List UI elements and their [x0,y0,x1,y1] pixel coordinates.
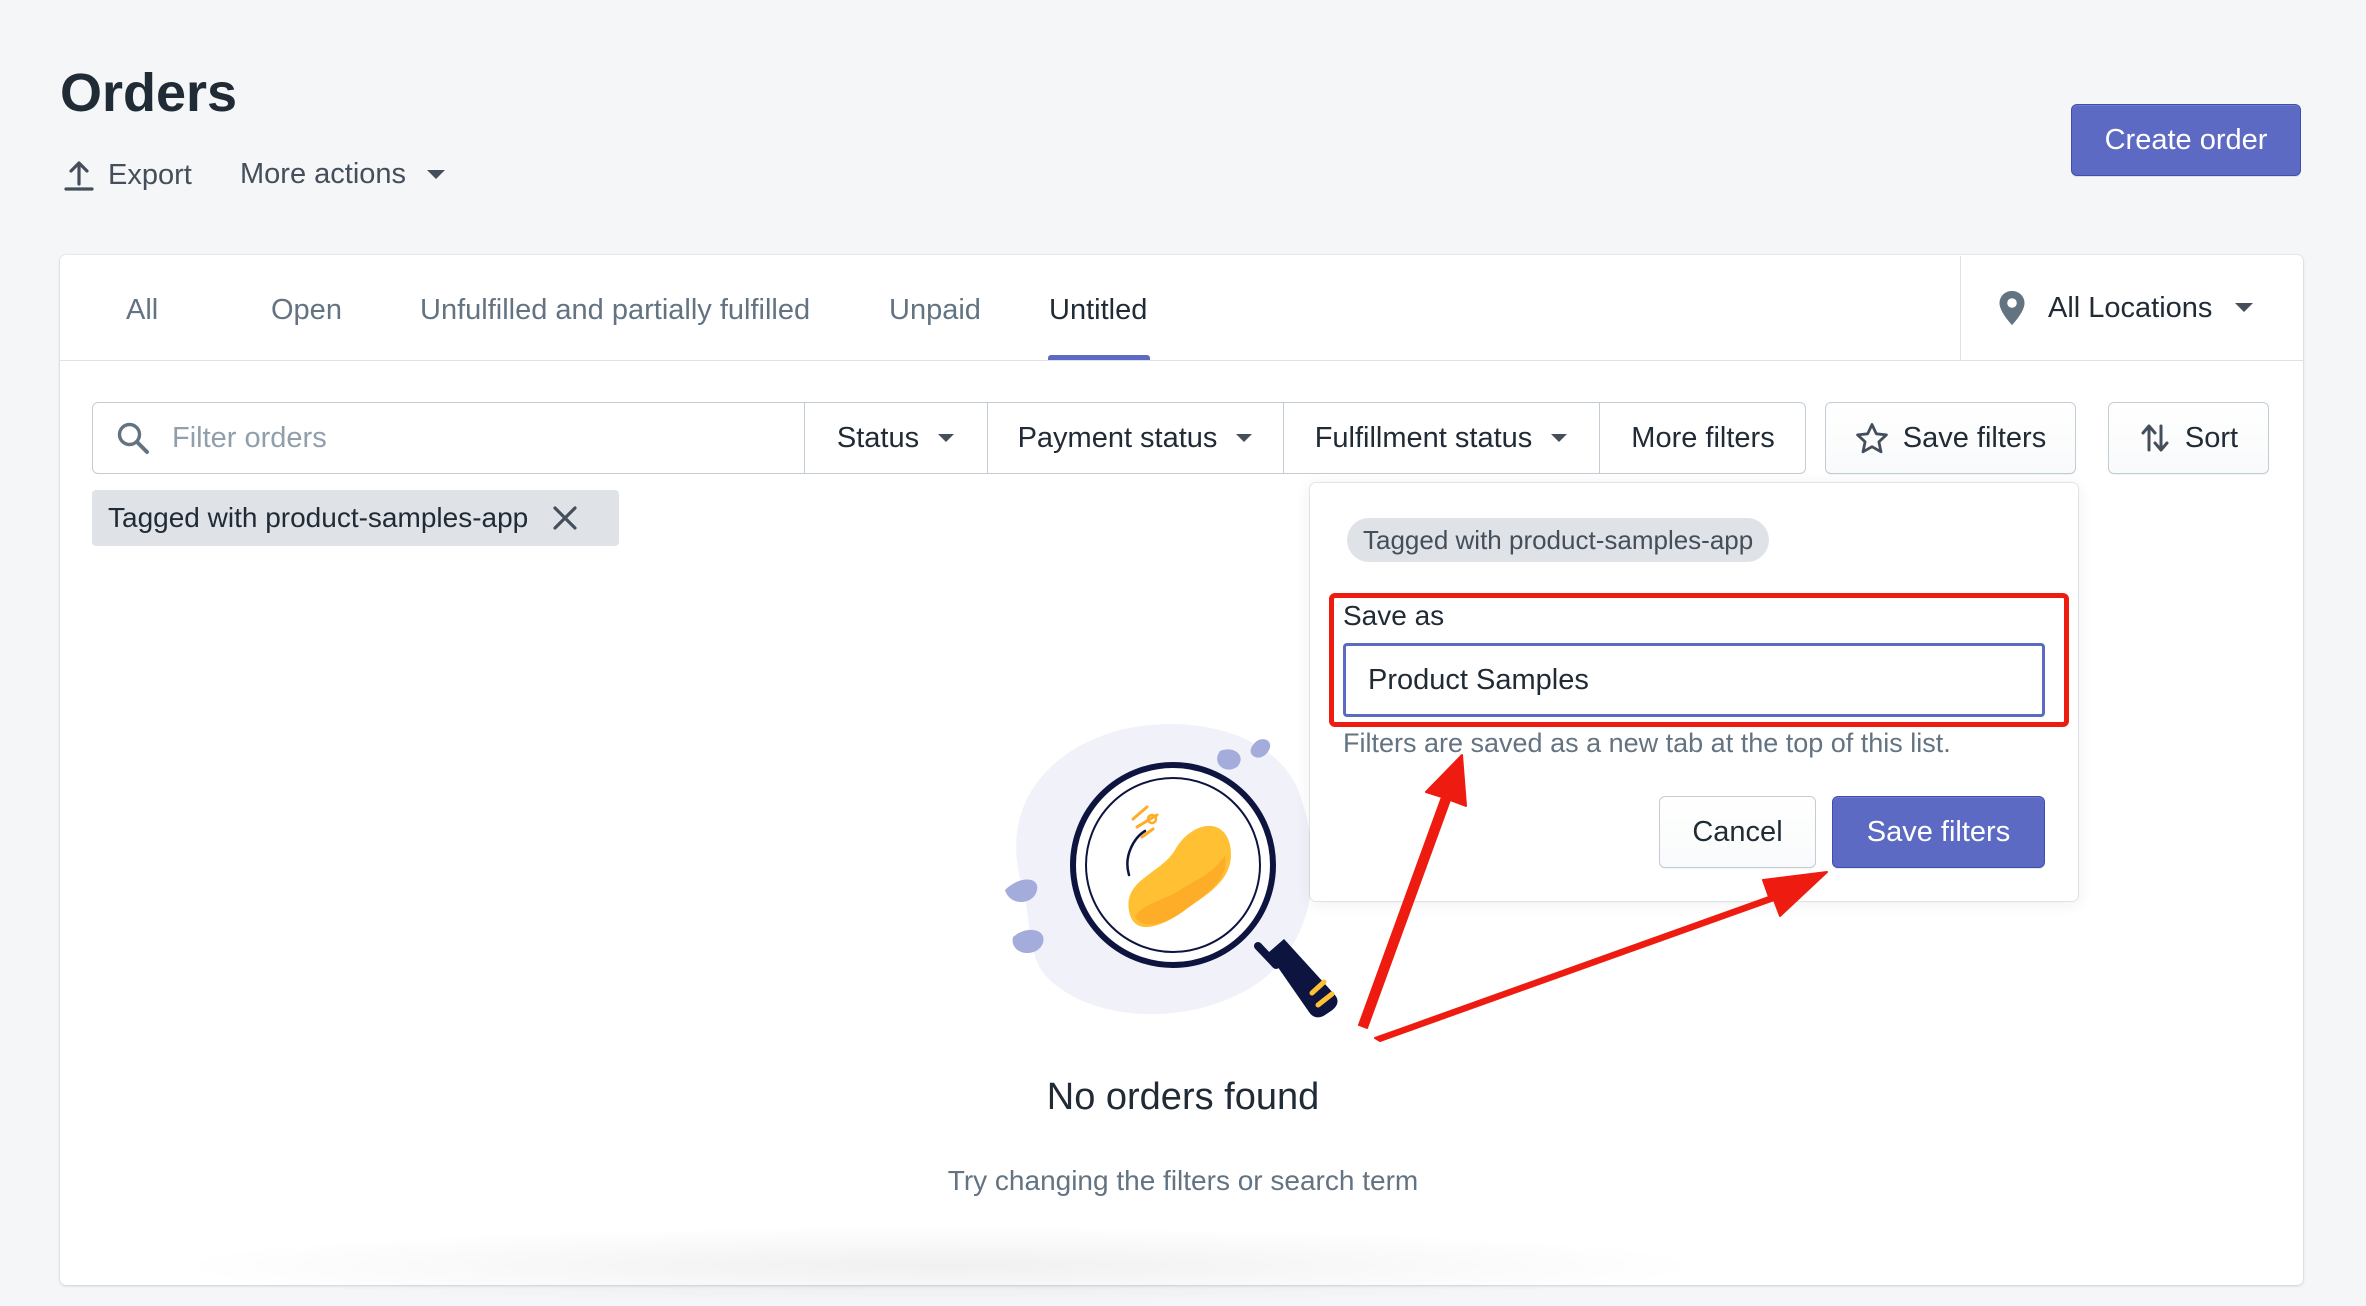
card-footer-shadow [160,1226,1720,1306]
more-filters-label: More filters [1631,421,1775,454]
empty-search-illustration [1005,724,1338,1018]
cancel-button[interactable]: Cancel [1659,796,1816,868]
caret-down-icon [1551,433,1568,442]
location-label: All Locations [2048,291,2213,324]
fulfillment-status-filter[interactable]: Fulfillment status [1283,402,1599,474]
divider [1960,256,1961,360]
empty-state-subtitle: Try changing the filters or search term [947,1165,1419,1196]
status-filter[interactable]: Status [804,402,987,474]
search-icon [117,422,149,454]
create-order-button[interactable]: Create order [2071,104,2301,176]
payment-status-label: Payment status [1017,421,1218,454]
applied-filter-label: Tagged with product-samples-app [108,502,529,533]
caret-down-icon [1236,433,1253,442]
more-actions-label: More actions [240,158,407,190]
more-actions-button[interactable]: More actions [240,158,446,191]
caret-down-icon [2235,303,2254,312]
tab-untitled[interactable]: Untitled [1049,294,1147,327]
selected-tab-indicator [1048,355,1150,360]
filter-search[interactable] [92,402,804,474]
caret-down-icon [427,169,446,179]
save-filters-toggle[interactable]: Save filters [1825,402,2076,474]
empty-state-title: No orders found [1046,1076,1320,1118]
location-pin-icon [1999,291,2025,325]
star-icon [1855,422,1888,453]
export-button[interactable]: Export [62,158,192,192]
close-icon[interactable] [552,505,578,531]
export-label: Export [108,158,192,191]
more-filters-button[interactable]: More filters [1599,402,1806,474]
status-filter-label: Status [836,421,920,454]
tab-all[interactable]: All [126,294,158,327]
export-icon [64,161,94,191]
location-selector[interactable]: All Locations [1998,290,2254,326]
sort-label: Sort [2184,421,2239,454]
payment-status-filter[interactable]: Payment status [987,402,1283,474]
save-help-text: Filters are saved as a new tab at the to… [1343,728,1951,758]
sort-icon [2141,424,2169,452]
fulfillment-status-label: Fulfillment status [1314,421,1533,454]
tab-unfulfilled[interactable]: Unfulfilled and partially fulfilled [420,294,810,327]
tabs-bar [60,255,2303,361]
save-filters-submit-button[interactable]: Save filters [1832,796,2045,868]
applied-filter-tag: Tagged with product-samples-app [92,490,619,546]
sort-button[interactable]: Sort [2108,402,2269,474]
popover-filter-tag: Tagged with product-samples-app [1347,518,1770,562]
filter-orders-input[interactable] [170,420,734,456]
tab-open[interactable]: Open [271,294,342,327]
save-filters-label: Save filters [1902,421,2047,454]
caret-down-icon [938,433,955,442]
page-title: Orders [60,63,238,123]
annotation-highlight-box [1329,593,2069,727]
tab-unpaid[interactable]: Unpaid [889,294,981,327]
